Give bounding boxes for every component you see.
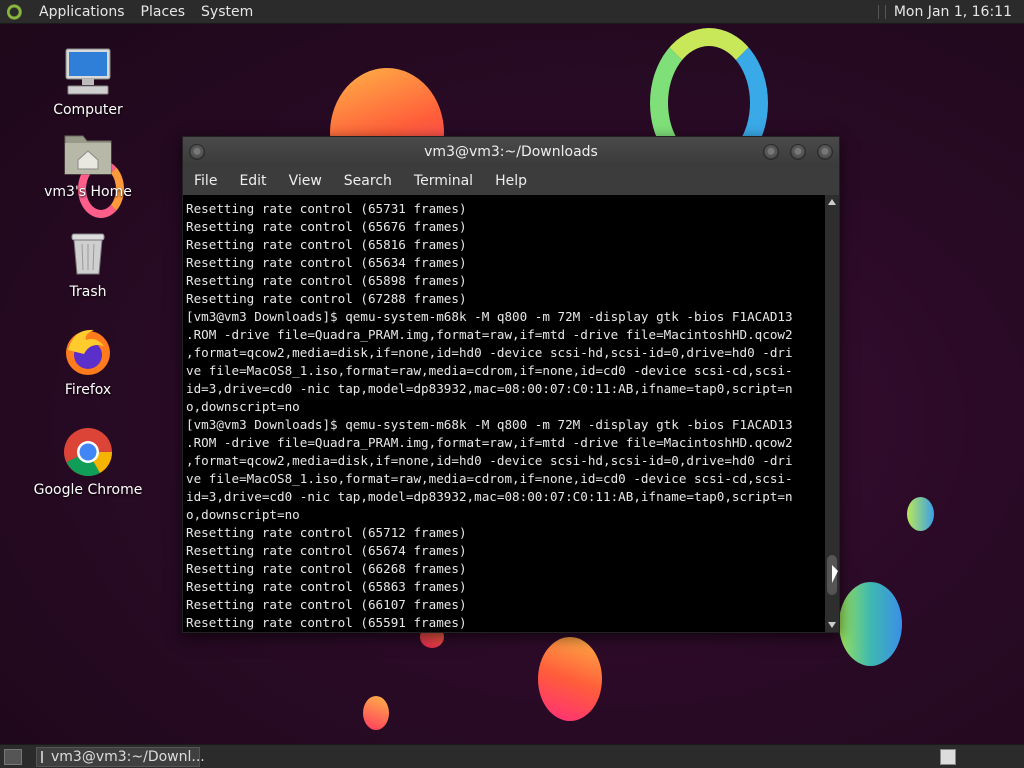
- desktop-icon-computer[interactable]: Computer: [33, 46, 143, 118]
- scroll-down-icon[interactable]: [828, 622, 836, 628]
- menu-help[interactable]: Help: [484, 173, 538, 189]
- terminal-line: .ROM -drive file=Quadra_PRAM.img,format=…: [186, 327, 793, 342]
- desktop-icon-trash[interactable]: Trash: [33, 228, 143, 300]
- menu-search[interactable]: Search: [333, 173, 403, 189]
- clock[interactable]: Mon Jan 1, 16:11: [894, 4, 1012, 20]
- terminal-line: Resetting rate control (65863 frames): [186, 579, 467, 594]
- desktop-icon-chrome[interactable]: Google Chrome: [33, 426, 143, 498]
- terminal-line: o,downscript=no: [186, 399, 300, 414]
- wallpaper-blob: [538, 637, 602, 721]
- terminal-line: ve file=MacOS8_1.iso,format=raw,media=cd…: [186, 471, 793, 486]
- terminal-line: Resetting rate control (65591 frames): [186, 615, 467, 630]
- desktop-icon-label: Firefox: [64, 382, 112, 398]
- terminal-line: Resetting rate control (65731 frames): [186, 201, 467, 216]
- terminal-line: [vm3@vm3 Downloads]$ qemu-system-m68k -M…: [186, 417, 793, 432]
- trash-icon: [62, 228, 114, 280]
- desktop-icon-firefox[interactable]: Firefox: [33, 326, 143, 398]
- panel-separator: [877, 4, 886, 19]
- wallpaper-blob: [907, 497, 934, 531]
- terminal-text: Resetting rate control (65731 frames) Res…: [183, 195, 827, 632]
- desktop-icon-home[interactable]: vm3's Home: [33, 128, 143, 200]
- places-menu[interactable]: Places: [133, 4, 194, 20]
- window-title: vm3@vm3:~/Downloads: [424, 144, 598, 160]
- workspace-switcher[interactable]: [940, 749, 956, 765]
- terminal-line: Resetting rate control (65676 frames): [186, 219, 467, 234]
- terminal-line: Resetting rate control (65898 frames): [186, 273, 467, 288]
- firefox-icon: [62, 326, 114, 378]
- taskbar-item-terminal[interactable]: vm3@vm3:~/Downl...: [36, 746, 205, 767]
- wallpaper-blob: [839, 582, 902, 666]
- terminal-line: id=3,drive=cd0 -nic tap,model=dp83932,ma…: [186, 489, 793, 504]
- terminal-line: Resetting rate control (66107 frames): [186, 597, 467, 612]
- desktop-icon-label: vm3's Home: [44, 184, 132, 200]
- home-folder-icon: [62, 128, 114, 180]
- scroll-up-icon[interactable]: [828, 199, 836, 205]
- wallpaper-blob: [363, 696, 389, 730]
- window-menu-icon[interactable]: [189, 144, 205, 160]
- window-titlebar[interactable]: vm3@vm3:~/Downloads: [183, 137, 839, 167]
- menu-view[interactable]: View: [278, 173, 333, 189]
- computer-icon: [62, 46, 114, 98]
- terminal-line: .ROM -drive file=Quadra_PRAM.img,format=…: [186, 435, 793, 450]
- terminal-line: ,format=qcow2,media=disk,if=none,id=hd0 …: [186, 453, 793, 468]
- terminal-output[interactable]: Resetting rate control (65731 frames) Res…: [183, 195, 827, 632]
- close-icon[interactable]: [817, 144, 833, 160]
- chrome-icon: [62, 426, 114, 478]
- terminal-line: Resetting rate control (66268 frames): [186, 561, 467, 576]
- terminal-line: id=3,drive=cd0 -nic tap,model=dp83932,ma…: [186, 381, 793, 396]
- maximize-icon[interactable]: [790, 144, 806, 160]
- bottom-panel: vm3@vm3:~/Downl...: [0, 744, 1024, 768]
- menu-edit[interactable]: Edit: [228, 173, 277, 189]
- mate-logo-icon[interactable]: [7, 2, 25, 21]
- system-menu[interactable]: System: [193, 4, 261, 20]
- menu-terminal[interactable]: Terminal: [403, 173, 484, 189]
- desktop-icon-label: Google Chrome: [33, 482, 143, 498]
- terminal-line: Resetting rate control (65674 frames): [186, 543, 467, 558]
- terminal-line: Resetting rate control (65634 frames): [186, 255, 467, 270]
- desktop-icon-label: Computer: [53, 102, 123, 118]
- applications-menu[interactable]: Applications: [31, 4, 133, 20]
- show-desktop-button[interactable]: [4, 748, 22, 765]
- taskbar-item-label: vm3@vm3:~/Downl...: [51, 748, 205, 765]
- top-panel: Applications Places System Mon Jan 1, 16…: [0, 0, 1024, 24]
- terminal-icon: [41, 750, 43, 763]
- terminal-line: Resetting rate control (67288 frames): [186, 291, 467, 306]
- terminal-menubar: File Edit View Search Terminal Help: [183, 167, 839, 195]
- terminal-line: [vm3@vm3 Downloads]$ qemu-system-m68k -M…: [186, 309, 793, 324]
- desktop-icon-label: Trash: [69, 284, 107, 300]
- terminal-line: o,downscript=no: [186, 507, 300, 522]
- minimize-icon[interactable]: [763, 144, 779, 160]
- terminal-window[interactable]: vm3@vm3:~/Downloads File Edit View Searc…: [182, 136, 840, 633]
- mouse-pointer-icon: [832, 565, 838, 583]
- terminal-line: ve file=MacOS8_1.iso,format=raw,media=cd…: [186, 363, 793, 378]
- terminal-line: Resetting rate control (65816 frames): [186, 237, 467, 252]
- menu-file[interactable]: File: [183, 173, 228, 189]
- terminal-line: ,format=qcow2,media=disk,if=none,id=hd0 …: [186, 345, 793, 360]
- terminal-line: Resetting rate control (65712 frames): [186, 525, 467, 540]
